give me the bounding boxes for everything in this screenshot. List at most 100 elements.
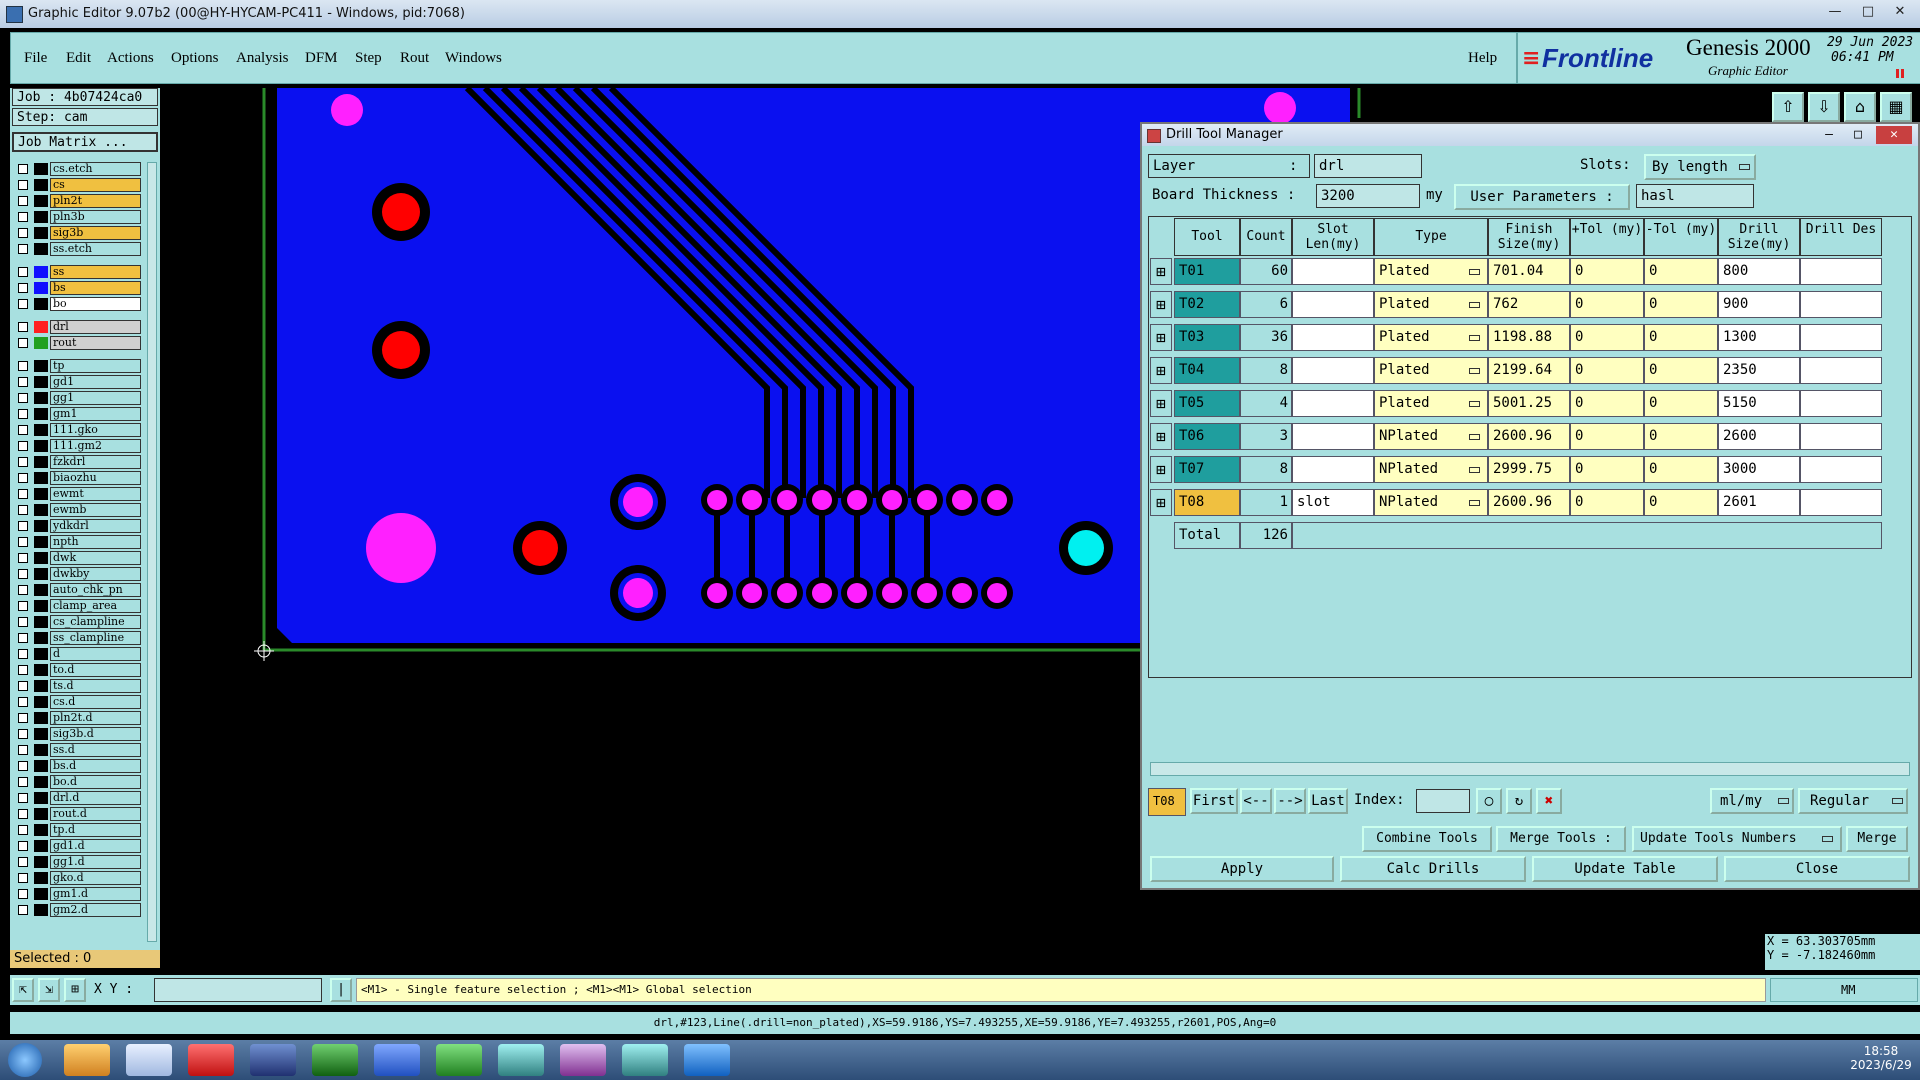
expand-row-icon[interactable]: ⊞ — [1150, 357, 1172, 384]
expand-row-icon[interactable]: ⊞ — [1150, 291, 1172, 318]
layer-color-swatch[interactable] — [34, 616, 48, 628]
prev-button[interactable]: <-- — [1240, 788, 1272, 814]
cell-minus-tol[interactable]: 0 — [1644, 489, 1718, 516]
layer-checkbox[interactable] — [18, 489, 28, 499]
menu-rout[interactable]: Rout — [400, 50, 429, 67]
layer-row[interactable]: 111.gko — [12, 423, 147, 437]
cell-minus-tol[interactable]: 0 — [1644, 357, 1718, 384]
layer-name[interactable]: tp — [50, 359, 141, 373]
layer-row[interactable]: drl — [12, 320, 147, 334]
layer-color-swatch[interactable] — [34, 776, 48, 788]
layer-row[interactable]: cs_clampline — [12, 615, 147, 629]
layer-name[interactable]: tp.d — [50, 823, 141, 837]
cell-drill-size[interactable]: 2350 — [1718, 357, 1800, 384]
layer-color-swatch[interactable] — [34, 744, 48, 756]
layer-color-swatch[interactable] — [34, 904, 48, 916]
layer-name[interactable]: ts.d — [50, 679, 141, 693]
layer-name[interactable]: biaozhu — [50, 471, 141, 485]
layer-checkbox[interactable] — [18, 681, 28, 691]
user-parameters-input[interactable]: hasl — [1636, 184, 1754, 208]
cell-minus-tol[interactable]: 0 — [1644, 258, 1718, 285]
layer-name[interactable]: d — [50, 647, 141, 661]
layer-name[interactable]: gm1.d — [50, 887, 141, 901]
select-tool-icon[interactable]: ⇱ — [12, 978, 34, 1002]
layer-color-swatch[interactable] — [34, 179, 48, 191]
layer-checkbox[interactable] — [18, 377, 28, 387]
layer-row[interactable]: ewmt — [12, 487, 147, 501]
layer-name[interactable]: pln3b — [50, 210, 141, 224]
layer-name[interactable]: bs — [50, 281, 141, 295]
cell-drill-size[interactable]: 800 — [1718, 258, 1800, 285]
layer-row[interactable]: rout — [12, 336, 147, 350]
layer-checkbox[interactable] — [18, 617, 28, 627]
menu-windows[interactable]: Windows — [445, 50, 502, 67]
layer-color-swatch[interactable] — [34, 456, 48, 468]
layer-color-swatch[interactable] — [34, 163, 48, 175]
layer-checkbox[interactable] — [18, 649, 28, 659]
cell-type[interactable]: Plated — [1374, 291, 1488, 318]
taskbar-word-icon[interactable] — [374, 1044, 420, 1076]
index-input[interactable] — [1416, 789, 1470, 813]
system-tray-icons[interactable] — [1670, 1052, 1810, 1068]
text-cursor-icon[interactable]: | — [330, 978, 352, 1002]
layer-color-swatch[interactable] — [34, 840, 48, 852]
layer-color-swatch[interactable] — [34, 266, 48, 278]
cell-slot-len[interactable] — [1292, 390, 1374, 417]
cell-finish-size[interactable]: 1198.88 — [1488, 324, 1570, 351]
cell-minus-tol[interactable]: 0 — [1644, 423, 1718, 450]
layer-checkbox[interactable] — [18, 473, 28, 483]
layer-row[interactable]: ewmb — [12, 503, 147, 517]
layer-row[interactable]: auto_chk_pn — [12, 583, 147, 597]
cell-slot-len[interactable] — [1292, 456, 1374, 483]
layer-name[interactable]: 111.gm2 — [50, 439, 141, 453]
layer-row[interactable]: dwk — [12, 551, 147, 565]
cell-plus-tol[interactable]: 0 — [1570, 423, 1644, 450]
layer-color-swatch[interactable] — [34, 243, 48, 255]
layer-row[interactable]: npth — [12, 535, 147, 549]
layer-row[interactable]: sig3b — [12, 226, 147, 240]
layer-name[interactable]: ss — [50, 265, 141, 279]
user-parameters-button[interactable]: User Parameters : — [1454, 184, 1630, 210]
layer-checkbox[interactable] — [18, 697, 28, 707]
layer-row[interactable]: bs.d — [12, 759, 147, 773]
layer-color-swatch[interactable] — [34, 424, 48, 436]
layer-name[interactable]: fzkdrl — [50, 455, 141, 469]
layer-checkbox[interactable] — [18, 322, 28, 332]
layer-name[interactable]: pln2t — [50, 194, 141, 208]
layer-row[interactable]: gg1.d — [12, 855, 147, 869]
layer-checkbox[interactable] — [18, 793, 28, 803]
layer-color-swatch[interactable] — [34, 568, 48, 580]
layer-name[interactable]: cs.d — [50, 695, 141, 709]
layer-checkbox[interactable] — [18, 745, 28, 755]
layer-color-swatch[interactable] — [34, 472, 48, 484]
layer-row[interactable]: clamp_area — [12, 599, 147, 613]
layer-row[interactable]: pln2t.d — [12, 711, 147, 725]
taskbar-save-icon[interactable] — [250, 1044, 296, 1076]
layer-color-swatch[interactable] — [34, 504, 48, 516]
layer-row[interactable]: fzkdrl — [12, 455, 147, 469]
layer-checkbox[interactable] — [18, 299, 28, 309]
layer-checkbox[interactable] — [18, 537, 28, 547]
maximize-button[interactable]: □ — [1855, 3, 1881, 21]
first-button[interactable]: First — [1190, 788, 1238, 814]
layer-color-swatch[interactable] — [34, 195, 48, 207]
layer-name[interactable]: dwk — [50, 551, 141, 565]
layer-row[interactable]: cs.etch — [12, 162, 147, 176]
calc-drills-button[interactable]: Calc Drills — [1340, 856, 1526, 882]
layer-row[interactable]: bs — [12, 281, 147, 295]
cell-finish-size[interactable]: 2999.75 — [1488, 456, 1570, 483]
layer-name[interactable]: rout — [50, 336, 141, 350]
combine-tools-button[interactable]: Combine Tools — [1362, 826, 1492, 852]
layer-color-swatch[interactable] — [34, 488, 48, 500]
minimize-button[interactable]: — — [1822, 3, 1848, 21]
cell-drill-des[interactable] — [1800, 258, 1882, 285]
layer-row[interactable]: ss — [12, 265, 147, 279]
layer-color-swatch[interactable] — [34, 408, 48, 420]
layer-row[interactable]: bo.d — [12, 775, 147, 789]
layer-row[interactable]: gd1 — [12, 375, 147, 389]
layer-checkbox[interactable] — [18, 283, 28, 293]
layer-name[interactable]: cs — [50, 178, 141, 192]
layer-checkbox[interactable] — [18, 180, 28, 190]
cell-type[interactable]: Plated — [1374, 390, 1488, 417]
cell-drill-des[interactable] — [1800, 291, 1882, 318]
